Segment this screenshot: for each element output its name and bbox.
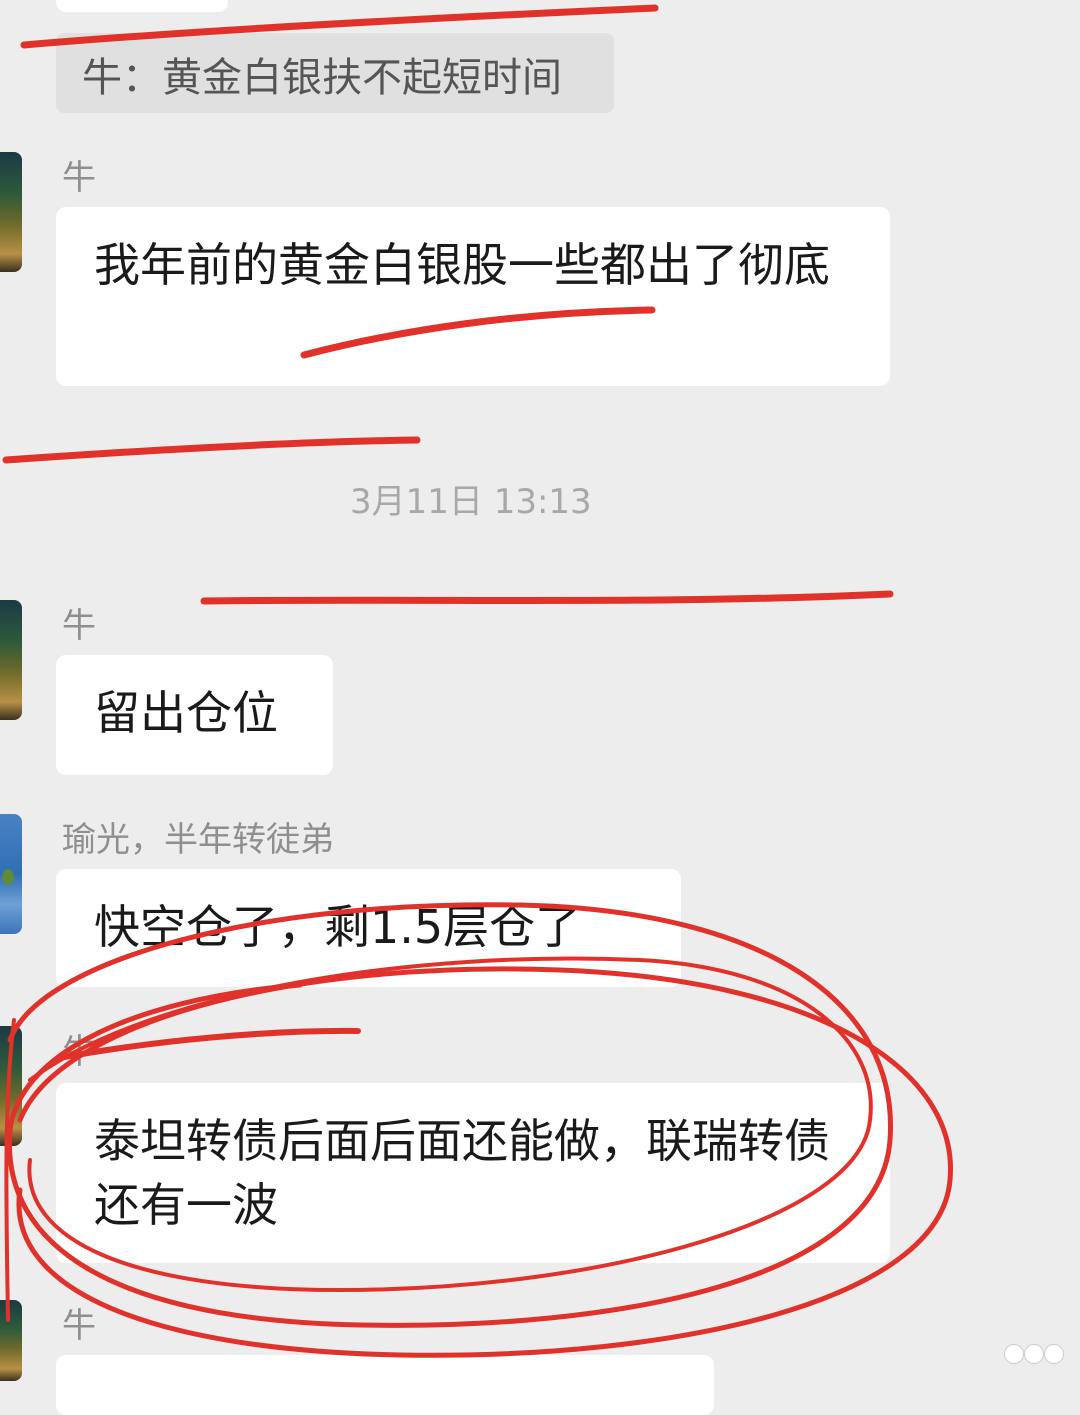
sender-name: 牛 bbox=[62, 158, 96, 198]
avatar[interactable] bbox=[0, 814, 22, 934]
message-bubble[interactable]: 我年前的黄金白银股一些都出了彻底 bbox=[56, 207, 890, 386]
message-text: 留出仓位 bbox=[94, 686, 278, 740]
message-bubble[interactable]: 留出仓位 bbox=[56, 655, 333, 775]
message-text: 快空仓了，剩1.5层仓了 bbox=[94, 900, 582, 954]
avatar[interactable] bbox=[0, 1026, 22, 1146]
quoted-message-text: 牛：黄金白银扶不起短时间 bbox=[82, 55, 562, 101]
watermark bbox=[1004, 1341, 1066, 1367]
message-text: 泰坦转债后面后面还能做，联瑞转债还有一波 bbox=[94, 1114, 830, 1232]
message-text: 我年前的黄金白银股一些都出了彻底 bbox=[94, 238, 830, 292]
sender-name: 牛 bbox=[62, 1306, 96, 1346]
message-bubble[interactable]: 快空仓了，剩1.5层仓了 bbox=[56, 869, 681, 987]
sender-name: 牛 bbox=[62, 606, 96, 646]
message-bubble[interactable]: 泰坦转债后面后面还能做，联瑞转债还有一波 bbox=[56, 1083, 890, 1263]
sender-name: 瑜光，半年转徒弟 bbox=[62, 820, 334, 860]
message-bubble-partial[interactable] bbox=[56, 1355, 714, 1415]
avatar[interactable] bbox=[0, 152, 22, 272]
sender-name: 牛 bbox=[62, 1032, 96, 1072]
chat-area: 牛：黄金白银扶不起短时间 牛 我年前的黄金白银股一些都出了彻底 3月11日 13… bbox=[0, 0, 1080, 1415]
quoted-message[interactable]: 牛：黄金白银扶不起短时间 bbox=[56, 33, 614, 113]
avatar[interactable] bbox=[0, 1300, 22, 1381]
timestamp: 3月11日 13:13 bbox=[350, 482, 592, 522]
avatar[interactable] bbox=[0, 600, 22, 720]
message-bubble-partial[interactable] bbox=[56, 0, 228, 12]
